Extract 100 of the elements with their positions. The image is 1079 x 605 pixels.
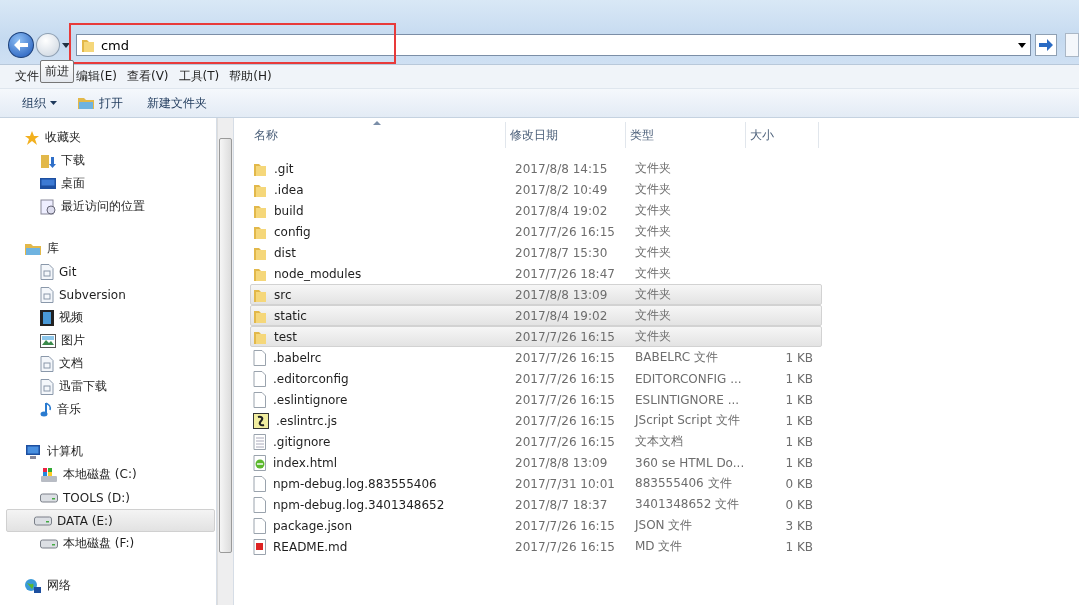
modified-date: 2017/7/26 18:47 [514, 266, 616, 281]
modified-date: 2017/7/26 16:15 [514, 539, 616, 554]
file-name: .babelrc [273, 350, 322, 365]
file-name: dist [274, 245, 296, 260]
file-name: static [274, 308, 307, 323]
menu-item[interactable]: 工具(T) [173, 66, 225, 87]
modified-date: 2017/7/26 16:15 [514, 392, 616, 407]
nav-item[interactable]: 图片 [6, 329, 215, 352]
file-icon [253, 391, 266, 408]
file-name: npm-debug.log.883555406 [273, 476, 437, 491]
nav-group[interactable]: 库 [0, 237, 216, 260]
column-header[interactable]: 大小 [746, 122, 819, 148]
open-folder-icon [77, 96, 95, 110]
document-icon [40, 378, 54, 395]
file-row[interactable]: dist 2017/8/7 15:30 文件夹 [250, 242, 822, 263]
file-type: 文件夹 [634, 265, 672, 282]
file-row[interactable]: README.md 2017/7/26 16:15 MD 文件 1 KB [250, 536, 822, 557]
file-type: 360 se HTML Do... [634, 455, 746, 470]
desktop-icon [40, 176, 56, 191]
file-size: 1 KB [784, 434, 813, 449]
nav-item[interactable]: 文档 [6, 352, 215, 375]
modified-date: 2017/8/2 10:49 [514, 182, 609, 197]
file-type: 文本文档 [634, 433, 684, 450]
nav-group[interactable]: 收藏夹 [0, 126, 216, 149]
star-icon [24, 129, 40, 146]
recent-places-icon [40, 198, 56, 215]
menu-item[interactable]: 查看(V) [121, 66, 174, 87]
file-row[interactable]: node_modules 2017/7/26 18:47 文件夹 [250, 263, 822, 284]
modified-date: 2017/8/8 13:09 [514, 455, 609, 470]
scrollbar-thumb[interactable] [219, 138, 232, 553]
file-row[interactable]: index.html 2017/8/8 13:09 360 se HTML Do... 1 KB [250, 452, 822, 473]
file-row[interactable]: .babelrc 2017/7/26 16:15 BABELRC 文件 1 KB [250, 347, 822, 368]
file-row[interactable]: .editorconfig 2017/7/26 16:15 EDITORCONFIG ... 1 KB [250, 368, 822, 389]
file-size: 0 KB [784, 497, 813, 512]
nav-item[interactable]: 迅雷下载 [6, 375, 215, 398]
file-type: 文件夹 [634, 202, 672, 219]
nav-group[interactable]: 网络 [0, 574, 216, 597]
file-size: 0 KB [784, 476, 813, 491]
modified-date: 2017/7/26 16:15 [514, 371, 616, 386]
toolbar-button[interactable]: 新建文件夹 [141, 91, 213, 115]
scrollbar[interactable] [217, 118, 233, 605]
nav-item[interactable]: Git [6, 260, 215, 283]
caret-icon [50, 101, 57, 105]
file-size: 1 KB [784, 455, 813, 470]
file-type: JSON 文件 [633, 517, 694, 534]
file-row[interactable]: npm-debug.log.883555406 2017/7/31 10:01 883555406 文件 0 KB [250, 473, 822, 494]
go-button[interactable] [1035, 34, 1058, 56]
nav-group[interactable]: 计算机 [0, 440, 216, 463]
history-dropdown-icon[interactable] [61, 42, 70, 48]
file-icon [253, 349, 266, 366]
file-name: config [274, 224, 311, 239]
document-icon [40, 263, 54, 280]
file-row[interactable]: .eslintrc.js 2017/7/26 16:15 JScript Script 文件 1 KB [250, 410, 822, 431]
disk-drive-icon [34, 515, 52, 526]
file-row[interactable]: .gitignore 2017/7/26 16:15 文本文档 1 KB [250, 431, 822, 452]
toolbar-button[interactable]: 打开 [71, 91, 129, 115]
file-type: 文件夹 [634, 307, 672, 324]
modified-date: 2017/7/26 16:15 [514, 434, 616, 449]
column-header[interactable]: 类型 [626, 122, 746, 148]
file-name: npm-debug.log.3401348652 [273, 497, 445, 512]
nav-item[interactable]: 桌面 [6, 172, 215, 195]
file-type: EDITORCONFIG ... [634, 371, 743, 386]
file-icon [253, 370, 266, 387]
file-row[interactable]: build 2017/8/4 19:02 文件夹 [250, 200, 822, 221]
nav-item[interactable]: 本地磁盘 (C:) [6, 463, 215, 486]
toolbar-button[interactable]: 组织 [16, 91, 63, 115]
nav-item[interactable]: 视频 [6, 306, 215, 329]
modified-date: 2017/8/7 18:37 [514, 497, 609, 512]
file-row[interactable]: .git 2017/8/8 14:15 文件夹 [250, 158, 822, 179]
modified-date: 2017/8/4 19:02 [514, 203, 609, 218]
address-bar[interactable]: cmd [75, 34, 1032, 56]
file-row[interactable]: config 2017/7/26 16:15 文件夹 [250, 221, 822, 242]
back-button[interactable] [8, 32, 34, 58]
nav-item[interactable]: 音乐 [6, 398, 215, 421]
search-field[interactable] [1065, 33, 1079, 57]
nav-item[interactable]: 本地磁盘 (F:) [6, 532, 215, 555]
file-icon [253, 496, 266, 513]
file-row[interactable]: npm-debug.log.3401348652 2017/8/7 18:37 3401348652 文件 0 KB [250, 494, 822, 515]
file-row[interactable]: src 2017/8/8 13:09 文件夹 [250, 284, 822, 305]
modified-date: 2017/8/8 13:09 [514, 287, 609, 302]
nav-item[interactable]: DATA (E:) [6, 509, 215, 532]
file-type: MD 文件 [634, 538, 684, 555]
column-header[interactable]: 修改日期 [506, 122, 626, 148]
file-row[interactable]: static 2017/8/4 19:02 文件夹 [250, 305, 822, 326]
file-name: node_modules [274, 266, 362, 281]
menu-item[interactable]: 编辑(E) [71, 66, 122, 87]
file-row[interactable]: .eslintignore 2017/7/26 16:15 ESLINTIGNORE ... 1 KB [250, 389, 822, 410]
file-type: 文件夹 [634, 223, 672, 240]
nav-item[interactable]: 最近访问的位置 [6, 195, 215, 218]
menu-item[interactable]: 帮助(H) [224, 66, 277, 87]
file-row[interactable]: test 2017/7/26 16:15 文件夹 [250, 326, 822, 347]
file-row[interactable]: package.json 2017/7/26 16:15 JSON 文件 3 KB [250, 515, 822, 536]
nav-item[interactable]: TOOLS (D:) [6, 486, 215, 509]
file-name: .gitignore [273, 434, 331, 449]
modified-date: 2017/8/8 14:15 [514, 161, 609, 176]
nav-item[interactable]: 下载 [6, 149, 215, 172]
dropdown-arrow-icon[interactable] [1018, 42, 1027, 48]
file-name: .git [274, 161, 294, 176]
file-row[interactable]: .idea 2017/8/2 10:49 文件夹 [250, 179, 822, 200]
nav-item[interactable]: Subversion [6, 283, 215, 306]
